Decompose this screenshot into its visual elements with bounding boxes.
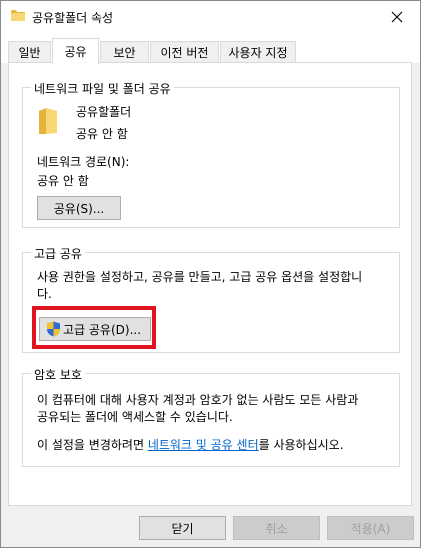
password-protection-text-line1: 이 컴퓨터에 대해 사용자 계정과 암호가 없는 사람도 모든 사람과 — [37, 393, 359, 407]
share-button[interactable]: 공유(S)... — [37, 196, 121, 220]
password-protection-text-line2: 공유되는 폴더에 액세스할 수 있습니다. — [37, 410, 233, 424]
tab-security[interactable]: 보안 — [100, 41, 149, 63]
close-icon — [391, 11, 403, 22]
network-sharing-title: 네트워크 파일 및 폴더 공유 — [31, 80, 174, 97]
tab-sharing[interactable]: 공유 — [52, 38, 99, 64]
network-path-label: 네트워크 경로(N): — [37, 155, 130, 169]
advanced-sharing-button[interactable]: 고급 공유(D)... — [39, 317, 151, 341]
close-dialog-button[interactable]: 닫기 — [139, 516, 226, 540]
window-title: 공유할폴더 속성 — [32, 11, 114, 25]
tab-previous-versions[interactable]: 이전 버전 — [150, 41, 219, 63]
uac-shield-icon — [47, 321, 60, 337]
instruction-prefix: 이 설정을 변경하려면 — [37, 438, 148, 452]
network-path-value: 공유 안 함 — [37, 174, 89, 188]
tab-customize[interactable]: 사용자 지정 — [220, 41, 296, 63]
title-bar[interactable]: 공유할폴더 속성 — [1, 1, 420, 32]
tab-strip: 일반 공유 보안 이전 버전 사용자 지정 — [1, 32, 420, 64]
password-protection-group: 암호 보호 이 컴퓨터에 대해 사용자 계정과 암호가 없는 사람도 모든 사람… — [22, 366, 400, 467]
apply-button[interactable]: 적용(A) — [327, 516, 414, 540]
folder-share-status: 공유 안 함 — [76, 127, 128, 141]
network-sharing-center-link[interactable]: 네트워크 및 공유 센터 — [148, 438, 259, 452]
advanced-sharing-button-label: 고급 공유(D)... — [63, 322, 142, 337]
password-protection-title: 암호 보호 — [31, 366, 85, 383]
sharing-tab-panel: 네트워크 파일 및 폴더 공유 공유할폴더 공유 안 함 네트워크 경로(N):… — [8, 62, 412, 506]
close-button[interactable] — [374, 1, 420, 32]
advanced-sharing-description-cont: 다. — [37, 287, 52, 301]
network-sharing-group: 네트워크 파일 및 폴더 공유 공유할폴더 공유 안 함 네트워크 경로(N):… — [22, 80, 400, 228]
folder-icon — [11, 10, 25, 21]
advanced-sharing-title: 고급 공유 — [31, 245, 85, 262]
password-protection-instruction: 이 설정을 변경하려면 네트워크 및 공유 센터를 사용하십시오. — [37, 436, 344, 453]
folder-name: 공유할폴더 — [76, 105, 132, 119]
properties-dialog: 공유할폴더 속성 일반 공유 보안 이전 버전 사용자 지정 네트워크 파일 및… — [0, 0, 421, 548]
instruction-suffix: 를 사용하십시오. — [258, 438, 344, 452]
advanced-sharing-group: 고급 공유 사용 권한을 설정하고, 공유를 만들고, 고급 공유 옵션을 설정… — [22, 245, 400, 353]
folder-icon — [39, 108, 57, 134]
advanced-sharing-description: 사용 권한을 설정하고, 공유를 만들고, 고급 공유 옵션을 설정합니 — [37, 270, 363, 284]
cancel-button[interactable]: 취소 — [233, 516, 320, 540]
tab-general[interactable]: 일반 — [8, 41, 51, 63]
